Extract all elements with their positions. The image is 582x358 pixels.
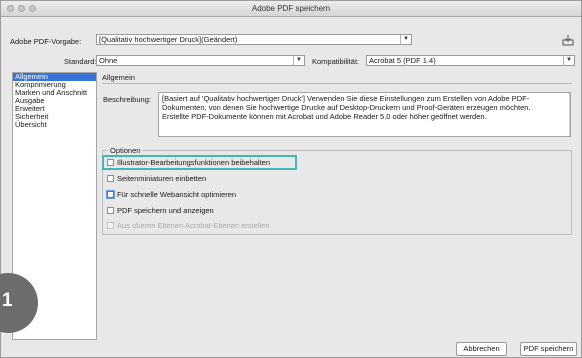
preset-label: Adobe PDF-Vorgabe: [10,37,82,46]
checkbox[interactable] [107,175,114,182]
options-title: Optionen [108,146,143,155]
title-bar: Adobe PDF speichern [1,1,581,17]
compatibility-label: Kompatibilität: [312,57,360,66]
option-label: Für schnelle Webansicht optimieren [117,190,237,199]
option-label: PDF speichern und anzeigen [117,206,214,215]
cancel-button[interactable]: Abbrechen [456,342,507,356]
description-field[interactable]: [Basiert auf 'Qualitativ hochwertiger Dr… [158,92,571,137]
save-pdf-button[interactable]: PDF speichern [520,342,577,356]
compatibility-select[interactable]: Acrobat 5 (PDF 1.4) ▼ [366,55,575,66]
option-label: Aus oberen Ebenen Acrobat-Ebenen erstell… [117,221,270,230]
window-title: Adobe PDF speichern [251,4,331,13]
standard-label: Standard: [64,57,97,66]
option-highlight-frame [102,155,297,170]
option-embed-thumbnails[interactable]: Seitenminiaturen einbetten [107,174,206,184]
description-label: Beschreibung: [103,95,151,104]
description-scrollbar[interactable] [569,93,570,136]
description-line: Dokumenten, von denen Sie hochwertige Dr… [162,103,531,112]
checkbox[interactable] [107,191,114,198]
sidebar-item-uebersicht[interactable]: Übersicht [13,121,96,129]
chevron-down-icon: ▼ [563,56,574,65]
description-line: Erstellte PDF-Dokumente können mit Acrob… [162,112,487,121]
save-pdf-dialog: Adobe PDF speichern Adobe PDF-Vorgabe: [… [0,0,582,358]
option-label: Seitenminiaturen einbetten [117,174,207,183]
save-preset-icon[interactable] [562,35,574,46]
option-create-acrobat-layers: Aus oberen Ebenen Acrobat-Ebenen erstell… [107,221,270,231]
checkbox [107,222,114,229]
option-view-pdf-after-saving[interactable]: PDF speichern und anzeigen [107,206,214,216]
preset-select[interactable]: [Qualitativ hochwertiger Druck](Geändert… [96,34,412,45]
section-divider [102,83,572,84]
chevron-down-icon: ▼ [293,56,304,65]
option-fast-web-view[interactable]: Für schnelle Webansicht optimieren [107,190,236,200]
compatibility-value: Acrobat 5 (PDF 1.4) [369,56,436,65]
checkbox[interactable] [107,207,114,214]
standard-select[interactable]: Ohne ▼ [96,55,305,66]
section-title: Allgemein [102,73,135,82]
chevron-down-icon: ▼ [400,35,411,44]
preset-value: [Qualitativ hochwertiger Druck](Geändert… [99,35,238,44]
description-line: [Basiert auf 'Qualitativ hochwertiger Dr… [162,94,530,103]
standard-value: Ohne [99,56,118,65]
